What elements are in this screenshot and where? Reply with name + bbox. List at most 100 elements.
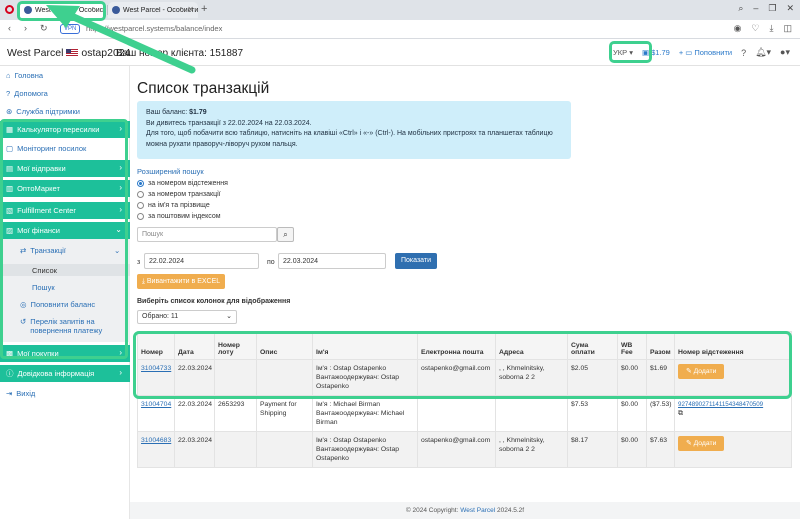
transaction-link[interactable]: 31004704 bbox=[141, 401, 171, 408]
col-lot[interactable]: Номер лоту bbox=[214, 331, 257, 360]
reload-icon[interactable]: ↻ bbox=[40, 23, 48, 34]
site-favicon-icon bbox=[112, 6, 120, 14]
sidebar-item-transactions[interactable]: ⇄ Транзакції ⌄ bbox=[20, 246, 120, 255]
sidebar-item-label: Мої відправки bbox=[17, 164, 66, 173]
advanced-search-link[interactable]: Розширений пошук bbox=[137, 167, 204, 176]
us-flag-icon bbox=[66, 49, 79, 57]
sidebar-item-calculator[interactable]: ▦ Калькулятор пересилки › bbox=[0, 121, 130, 138]
brand[interactable]: West Parcel ostap2024 bbox=[7, 47, 130, 59]
sidebar-item-purchases[interactable]: ▩ Мої покупки › bbox=[0, 345, 130, 362]
tracking-cell: ✎ Додати bbox=[674, 359, 792, 396]
sidebar-item-topup-balance[interactable]: ◎ Поповнити баланс bbox=[20, 300, 95, 309]
radio-button[interactable] bbox=[137, 213, 144, 220]
support-icon: ⊛ bbox=[6, 107, 13, 116]
col-desc[interactable]: Опис bbox=[256, 331, 313, 360]
columns-select[interactable]: Обрано: 11 ⌄ bbox=[137, 310, 237, 324]
url-field[interactable]: https://westparcel.systems/balance/index bbox=[86, 24, 222, 33]
hint-line: Для того, щоб побачити всю таблицю, нати… bbox=[146, 130, 553, 148]
close-tab-icon[interactable]: ✕ bbox=[187, 5, 194, 14]
columns-selected: Обрано: 11 bbox=[142, 313, 179, 320]
browser-tab[interactable]: West Parcel - Особистий ✕ bbox=[108, 2, 198, 18]
sidebar-item-fulfillment[interactable]: ▧ Fulfillment Center › bbox=[0, 202, 130, 219]
address-cell: , , Khmelnitsky, soborna 2 2 bbox=[495, 431, 568, 468]
sidebar-item-label: Служба підтримки bbox=[16, 107, 80, 116]
radio-transaction[interactable]: за номером транзакції bbox=[137, 191, 221, 198]
lot-cell: 2653293 bbox=[214, 395, 257, 432]
search-input[interactable]: Пошук bbox=[137, 227, 277, 242]
info-icon: ⓘ bbox=[6, 369, 14, 378]
amount-cell: $2.05 bbox=[567, 359, 618, 396]
footer-copyright: © 2024 Copyright: bbox=[405, 507, 459, 514]
new-tab-icon[interactable]: + bbox=[201, 3, 207, 15]
sidebar: ⌂ Головна ? Допомога ⊛ Служба підтримки ▦ Ка… bbox=[0, 66, 130, 519]
camera-icon[interactable]: ◉ bbox=[734, 23, 742, 34]
table-row: 31004683 22.03.2024 Ім'я : Ostap Ostapen… bbox=[137, 431, 792, 468]
add-tracking-button[interactable]: ✎ Додати bbox=[678, 436, 725, 451]
sidebar-item-label: Мої покупки bbox=[17, 349, 59, 358]
sidebar-item-refunds[interactable]: ↺ Перелік запитів на повернення платежу bbox=[20, 317, 120, 335]
sidebar-item-optomarket[interactable]: ▥ ОптоМаркет › bbox=[0, 180, 130, 197]
col-date[interactable]: Дата bbox=[174, 331, 215, 360]
copy-icon[interactable]: ⧉ bbox=[678, 409, 788, 418]
sidebar-item-label: Допомога bbox=[14, 89, 48, 98]
radio-button[interactable] bbox=[137, 180, 144, 187]
col-email[interactable]: Електронна пошта bbox=[417, 331, 496, 360]
address-bar: ‹ › ↻ VPN https://westparcel.systems/bal… bbox=[0, 20, 800, 39]
search-button[interactable]: ⌕ bbox=[277, 227, 294, 242]
tracking-link[interactable]: 9274890271141154348470509 bbox=[678, 401, 763, 408]
forward-icon[interactable]: › bbox=[24, 23, 27, 33]
radio-zip[interactable]: за поштовим індексом bbox=[137, 213, 221, 220]
sidebar-item-search[interactable]: Пошук bbox=[32, 283, 55, 292]
heart-icon[interactable]: ♡ bbox=[751, 23, 759, 34]
minimize-icon[interactable]: – bbox=[753, 3, 758, 14]
sidebar-item-home[interactable]: ⌂ Головна bbox=[6, 71, 43, 80]
col-total[interactable]: Разом bbox=[646, 331, 675, 360]
excel-export-button[interactable]: ⤓ Вивантажити в EXCEL bbox=[137, 274, 225, 289]
to-label: по bbox=[267, 259, 275, 266]
transaction-link[interactable]: 31004683 bbox=[141, 437, 171, 444]
logout-icon: ⇥ bbox=[6, 389, 13, 398]
show-button[interactable]: Показати bbox=[395, 253, 437, 269]
user-icon[interactable]: ●▾ bbox=[780, 47, 790, 58]
to-date-field[interactable]: 22.03.2024 bbox=[278, 253, 386, 269]
vpn-badge[interactable]: VPN bbox=[60, 24, 81, 34]
sidebar-item-support[interactable]: ⊛ Служба підтримки bbox=[6, 107, 80, 116]
sidebar-item-help[interactable]: ? Допомога bbox=[6, 89, 48, 98]
add-tracking-button[interactable]: ✎ Додати bbox=[678, 364, 725, 379]
sidebar-item-reference[interactable]: ⓘ Довідкова інформація › bbox=[0, 365, 130, 382]
maximize-icon[interactable]: ❐ bbox=[768, 3, 776, 14]
search-tabs-icon[interactable]: ⌕ bbox=[738, 3, 743, 14]
close-window-icon[interactable]: ✕ bbox=[786, 3, 794, 14]
radio-button[interactable] bbox=[137, 202, 144, 209]
radio-tracking[interactable]: за номером відстеження bbox=[137, 180, 228, 187]
col-address[interactable]: Адреса bbox=[495, 331, 568, 360]
add-label: Додати bbox=[693, 440, 717, 447]
help-icon[interactable]: ? bbox=[741, 48, 746, 58]
sidebar-item-list[interactable]: Список bbox=[0, 264, 130, 276]
radio-button[interactable] bbox=[137, 191, 144, 198]
col-name[interactable]: Ім'я bbox=[312, 331, 418, 360]
desc-cell bbox=[256, 431, 313, 468]
footer-link[interactable]: West Parcel bbox=[460, 507, 495, 514]
client-number: Ваш номер клієнта: 151887 bbox=[116, 48, 244, 59]
sidebar-item-logout[interactable]: ⇥ Вихід bbox=[6, 389, 35, 398]
radio-name[interactable]: на ім'я та прізвище bbox=[137, 202, 210, 209]
opera-logo-icon[interactable] bbox=[5, 5, 14, 14]
col-amount[interactable]: Сума оплати bbox=[567, 331, 618, 360]
col-fee[interactable]: WB Fee bbox=[617, 331, 647, 360]
transaction-link[interactable]: 31004733 bbox=[141, 365, 171, 372]
from-date-field[interactable]: 22.02.2024 bbox=[144, 253, 259, 269]
total-cell: $1.69 bbox=[646, 359, 675, 396]
balance-label: Ваш баланс: bbox=[146, 109, 188, 116]
bell-icon[interactable]: 🔔︎▾ bbox=[755, 47, 771, 58]
topup-link[interactable]: + ▭ Поповнити bbox=[679, 48, 732, 57]
sidebar-item-shipments[interactable]: ▤ Мої відправки › bbox=[0, 160, 130, 177]
extensions-icon[interactable]: ◫ bbox=[783, 23, 792, 34]
sidebar-item-finances[interactable]: ▨ Мої фінанси ⌄ bbox=[0, 222, 130, 239]
back-icon[interactable]: ‹ bbox=[8, 23, 11, 33]
page-title: Список транзакцій bbox=[137, 80, 270, 97]
col-tracking[interactable]: Номер відстеження bbox=[674, 331, 792, 360]
sidebar-item-monitoring[interactable]: ▢ Моніторинг посилок bbox=[6, 144, 86, 153]
col-number[interactable]: Номер bbox=[137, 331, 175, 360]
download-icon[interactable]: ⤓ bbox=[770, 23, 774, 34]
